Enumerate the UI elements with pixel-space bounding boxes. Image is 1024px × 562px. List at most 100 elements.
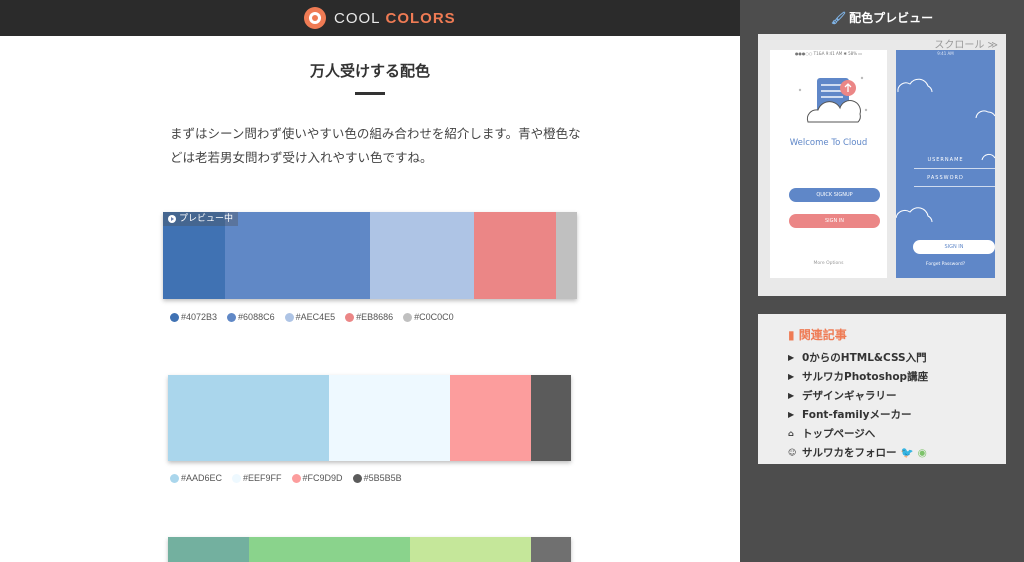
cloud-upload-illustration-icon (798, 76, 868, 123)
intro-text: まずはシーン問わず使いやすい色の組み合わせを紹介します。青や橙色などは老若男女問… (170, 126, 581, 165)
color-code: #4072B3 (170, 312, 217, 322)
sidebar-title-label: 配色プレビュー (849, 11, 934, 25)
caret-right-icon: ▶ (788, 410, 795, 419)
palette-swatch[interactable] (168, 375, 329, 461)
color-code: #FC9D9D (291, 473, 343, 483)
preview-phone-welcome: ●●●○○ T1&A 9:41 AM ✱ 58% ▭ Welcome To Cl… (770, 50, 887, 278)
main-content: 万人受けする配色 まずはシーン問わず使いやすい色の組み合わせを紹介します。青や橙… (0, 36, 740, 562)
sidebar: 🖌 配色プレビュー スクロール ≫ ●●●○○ T1&A 9:41 AM ✱ 58… (740, 0, 1024, 562)
palette-swatch[interactable] (450, 375, 531, 461)
color-code-label: #5B5B5B (363, 473, 402, 483)
color-codes-2: #AAD6EC #EEF9FF #FC9D9D #5B5B5B (170, 473, 412, 483)
follow-link[interactable]: ☺ サルワカをフォロー 🐦 ◉ (788, 445, 927, 460)
rss-icon[interactable]: ◉ (918, 447, 927, 459)
page-title: 万人受けする配色 (309, 62, 430, 80)
palette-card-1[interactable]: プレビュー中 (163, 212, 577, 299)
color-codes-1: #4072B3 #6088C6 #AEC4E5 #EB8686 #C0C0C0 (170, 312, 464, 322)
palette-swatch[interactable] (370, 212, 474, 299)
password-field-line (914, 186, 995, 187)
color-code: #AAD6EC (170, 473, 222, 483)
play-icon (168, 215, 176, 223)
welcome-text: Welcome To Cloud (789, 138, 868, 148)
preview-phone-login: 9:41 AM USERNAME PASSWORD SIGN IN Forget… (896, 50, 995, 278)
color-code-label: #AAD6EC (181, 473, 223, 483)
smile-icon: ☺ (788, 448, 797, 457)
caret-right-icon: ▶ (788, 353, 795, 362)
twitter-icon[interactable]: 🐦 (901, 446, 914, 459)
bookmark-icon: ▮ (788, 328, 795, 342)
related-title-label: 関連記事 (798, 328, 847, 342)
color-code-label: #6088C6 (238, 312, 275, 322)
palette-swatch[interactable] (556, 212, 577, 299)
home-icon: ⌂ (788, 429, 794, 438)
caret-right-icon: ▶ (788, 391, 795, 400)
color-code-label: #4072B3 (181, 312, 218, 322)
login-sign-in-button: SIGN IN (913, 240, 995, 254)
color-code: #C0C0C0 (403, 312, 454, 322)
color-code-label: #FC9D9D (302, 473, 343, 483)
color-dot (345, 312, 355, 322)
scroll-hint[interactable]: スクロール ≫ (934, 36, 998, 51)
cloud-decoration-icon (896, 78, 995, 223)
palette-swatch[interactable] (225, 212, 370, 299)
top-page-link[interactable]: ⌂ トップページへ (788, 426, 875, 441)
color-dot (232, 473, 242, 483)
related-link[interactable]: ▶ 0からのHTML&CSS入門 (788, 350, 927, 365)
related-link[interactable]: ▶ デザインギャラリー (788, 388, 897, 403)
more-options-link: More Options (813, 261, 844, 266)
sign-in-button: SIGN IN (789, 214, 880, 228)
palette-swatch[interactable] (329, 375, 450, 461)
color-code-label: #EEF9FF (243, 473, 282, 483)
username-field-label: USERNAME (927, 157, 964, 163)
color-code: #5B5B5B (352, 473, 402, 483)
palette-swatch[interactable] (168, 537, 249, 562)
color-code: #AEC4E5 (284, 312, 335, 322)
color-dot (170, 312, 179, 322)
color-dot (284, 312, 294, 322)
cool-colors-logo-icon (304, 7, 326, 29)
password-field-label: PASSWORD (927, 175, 964, 181)
username-field-line (914, 168, 995, 169)
color-dot (352, 473, 362, 483)
brand-word-colors: COLORS (385, 9, 456, 27)
paintbrush-icon: 🖌 (830, 11, 847, 25)
brand-logo-link[interactable]: COOL COLORS (304, 6, 456, 30)
palette-swatch[interactable] (531, 375, 571, 461)
title-underline (355, 92, 385, 95)
palette-swatch[interactable] (249, 537, 410, 562)
related-link[interactable]: ▶ Font-familyメーカー (788, 407, 911, 422)
preview-badge-label: プレビュー中 (179, 214, 234, 224)
related-link-label: 0からのHTML&CSS入門 (802, 352, 927, 364)
color-code: #EEF9FF (232, 473, 282, 483)
related-link[interactable]: ▶ サルワカPhotoshop講座 (788, 369, 928, 384)
color-code: #EB8686 (345, 312, 393, 322)
palette-card-3[interactable] (168, 537, 571, 562)
color-dot (291, 473, 301, 483)
related-title: ▮ 関連記事 (788, 326, 847, 343)
caret-right-icon: ▶ (788, 372, 795, 381)
brand-word-cool: COOL (334, 9, 381, 27)
related-link-label: Font-familyメーカー (802, 409, 912, 421)
forgot-password-link: Forget Password? (925, 262, 966, 267)
palette-swatch[interactable] (531, 537, 571, 562)
color-dot (170, 473, 179, 483)
color-code: #6088C6 (227, 312, 275, 322)
color-dot (403, 312, 413, 322)
related-articles-panel: ▮ 関連記事 ▶ 0からのHTML&CSS入門 ▶ サルワカPhotoshop講座 … (758, 314, 1006, 464)
palette-swatch[interactable] (474, 212, 556, 299)
status-bar: ●●●○○ T1&A 9:41 AM ✱ 58% ▭ (794, 51, 863, 56)
related-link-label: サルワカPhotoshop講座 (802, 371, 929, 383)
color-code-label: #C0C0C0 (414, 312, 454, 322)
quick-signup-button: QUICK SIGNUP (789, 188, 880, 202)
palette-card-2[interactable] (168, 375, 571, 461)
color-preview-panel[interactable]: スクロール ≫ ●●●○○ T1&A 9:41 AM ✱ 58% ▭ Welco… (758, 34, 1006, 296)
status-bar: 9:41 AM (937, 51, 954, 56)
palette-swatch[interactable] (410, 537, 531, 562)
follow-label: サルワカをフォロー (802, 447, 897, 459)
top-page-label: トップページへ (802, 428, 876, 440)
top-header: COOL COLORS (0, 0, 740, 36)
preview-badge: プレビュー中 (163, 212, 239, 226)
color-code-label: #EB8686 (356, 312, 394, 322)
color-dot (227, 312, 237, 322)
related-link-label: デザインギャラリー (802, 390, 897, 402)
